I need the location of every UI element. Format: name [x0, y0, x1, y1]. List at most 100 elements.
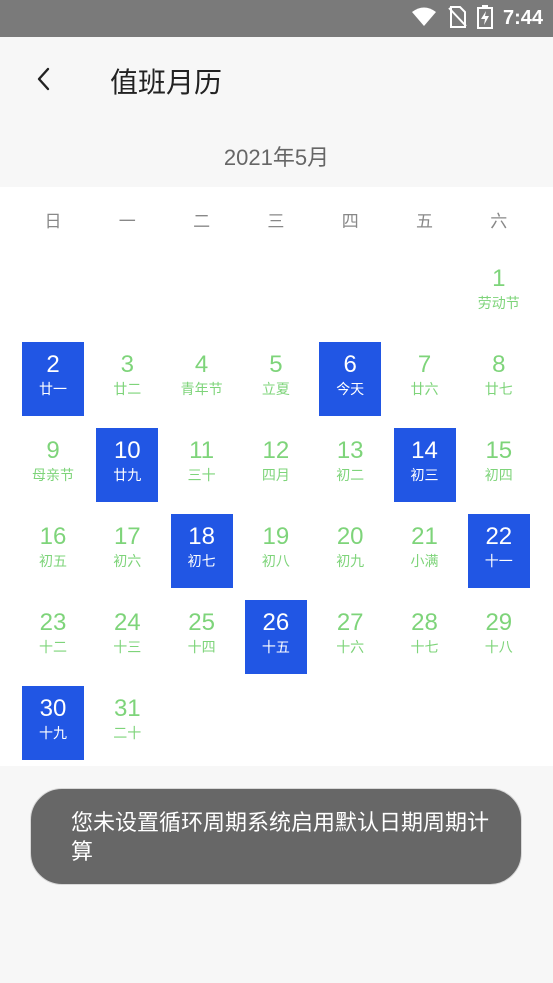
calendar-day-29[interactable]: 29 十八	[468, 600, 530, 674]
lunar-label: 十五	[261, 640, 290, 656]
day-number: 20	[336, 523, 364, 550]
day-number: 14	[411, 437, 438, 464]
lunar-label: 劳动节	[477, 296, 520, 312]
day-number: 7	[417, 351, 432, 378]
back-button[interactable]	[26, 63, 62, 99]
calendar-day-7[interactable]: 7 廿六	[394, 342, 456, 416]
calendar-day-30[interactable]: 30 十九	[22, 686, 84, 760]
calendar: 日一二三四五六 1 劳动节 2 廿一 3 廿二 4 青年节 5 立夏 6 今天 7 廿六 8 廿七 9 母亲节 10…	[0, 187, 553, 766]
calendar-day-5[interactable]: 5 立夏	[245, 342, 307, 416]
day-number: 3	[120, 351, 134, 378]
day-number: 9	[46, 437, 60, 464]
calendar-day-2[interactable]: 2 廿一	[22, 342, 84, 416]
battery-charging-icon	[476, 4, 493, 33]
day-number: 8	[492, 351, 506, 378]
lunar-label: 初七	[187, 554, 216, 570]
lunar-label: 十四	[187, 640, 216, 656]
lunar-label: 二十	[113, 726, 142, 742]
calendar-day-21[interactable]: 21 小满	[394, 514, 456, 588]
chevron-left-icon	[35, 66, 53, 96]
day-number: 22	[485, 523, 513, 550]
day-number: 19	[262, 523, 290, 550]
lunar-label: 四月	[261, 468, 290, 484]
calendar-day-12[interactable]: 12 四月	[245, 428, 307, 502]
calendar-day-8[interactable]: 8 廿七	[468, 342, 530, 416]
lunar-label: 初六	[113, 554, 142, 570]
lunar-label: 初五	[39, 554, 67, 570]
calendar-day-9[interactable]: 9 母亲节	[22, 428, 84, 502]
lunar-label: 青年节	[180, 382, 223, 398]
calendar-day-24[interactable]: 24 十三	[96, 600, 158, 674]
calendar-grid: 1 劳动节 2 廿一 3 廿二 4 青年节 5 立夏 6 今天 7 廿六 8 廿七 9 母亲节 10 廿九 11 三十 12…	[0, 187, 553, 766]
day-number: 26	[262, 609, 290, 636]
calendar-day-17[interactable]: 17 初六	[96, 514, 158, 588]
lunar-label: 十八	[484, 640, 513, 656]
lunar-label: 廿一	[39, 382, 67, 398]
page-title: 值班月历	[110, 66, 223, 99]
calendar-day-13[interactable]: 13 初二	[319, 428, 381, 502]
day-number: 18	[188, 523, 215, 550]
header: 值班月历	[0, 37, 553, 123]
day-number: 30	[39, 695, 67, 722]
lunar-label: 初三	[410, 468, 439, 484]
lunar-label: 廿九	[113, 468, 142, 484]
calendar-day-10[interactable]: 10 廿九	[96, 428, 159, 502]
day-number: 13	[336, 437, 364, 464]
calendar-day-3[interactable]: 3 廿二	[96, 342, 158, 416]
day-number: 24	[113, 609, 141, 636]
calendar-day-26[interactable]: 26 十五	[244, 600, 307, 674]
day-number: 1	[492, 265, 506, 292]
lunar-label: 立夏	[261, 382, 290, 398]
toast: 您未设置循环周期系统启用默认日期周期计算	[30, 788, 522, 885]
day-number: 17	[113, 523, 141, 550]
toast-message: 您未设置循环周期系统启用默认日期周期计算	[71, 811, 490, 865]
day-number: 28	[411, 609, 438, 636]
day-number: 25	[188, 609, 215, 636]
lunar-label: 三十	[187, 468, 216, 484]
status-time: 7:44	[502, 7, 543, 29]
calendar-day-19[interactable]: 19 初八	[245, 514, 307, 588]
calendar-day-25[interactable]: 25 十四	[171, 600, 233, 674]
lunar-label: 十九	[39, 726, 67, 742]
lunar-label: 十六	[336, 640, 365, 656]
calendar-day-11[interactable]: 11 三十	[171, 428, 233, 502]
lunar-label: 初二	[336, 468, 365, 484]
calendar-day-14[interactable]: 14 初三	[393, 428, 456, 502]
day-number: 10	[113, 437, 141, 464]
lunar-label: 今天	[336, 382, 365, 398]
calendar-day-16[interactable]: 16 初五	[22, 514, 84, 588]
day-number: 31	[113, 695, 141, 722]
day-number: 4	[194, 351, 209, 378]
day-number: 12	[262, 437, 290, 464]
calendar-day-18[interactable]: 18 初七	[170, 514, 233, 588]
calendar-day-27[interactable]: 27 十六	[319, 600, 381, 674]
calendar-day-31[interactable]: 31 二十	[96, 686, 158, 760]
calendar-day-1[interactable]: 1 劳动节	[468, 256, 530, 330]
lunar-label: 母亲节	[32, 468, 74, 484]
day-number: 21	[411, 523, 438, 550]
calendar-day-20[interactable]: 20 初九	[319, 514, 381, 588]
lunar-label: 十二	[39, 640, 67, 656]
lunar-label: 十七	[410, 640, 439, 656]
day-number: 29	[485, 609, 513, 636]
no-sim-icon	[447, 5, 467, 32]
calendar-day-28[interactable]: 28 十七	[394, 600, 456, 674]
day-number: 16	[39, 523, 67, 550]
day-number: 27	[336, 609, 364, 636]
calendar-day-6[interactable]: 6 今天	[319, 342, 382, 416]
month-label: 2021年5月	[223, 145, 330, 170]
status-icons: 7:44	[411, 0, 543, 37]
day-number: 6	[343, 351, 357, 378]
day-number: 2	[46, 351, 60, 378]
lunar-label: 初八	[261, 554, 290, 570]
calendar-day-23[interactable]: 23 十二	[22, 600, 84, 674]
wifi-icon	[411, 7, 437, 31]
calendar-day-15[interactable]: 15 初四	[468, 428, 530, 502]
day-number: 23	[39, 609, 67, 636]
calendar-day-22[interactable]: 22 十一	[467, 514, 530, 588]
lunar-label: 十三	[113, 640, 142, 656]
lunar-label: 小满	[410, 554, 439, 570]
lunar-label: 廿二	[113, 382, 142, 398]
calendar-day-4[interactable]: 4 青年节	[171, 342, 233, 416]
lunar-label: 初四	[484, 468, 513, 484]
